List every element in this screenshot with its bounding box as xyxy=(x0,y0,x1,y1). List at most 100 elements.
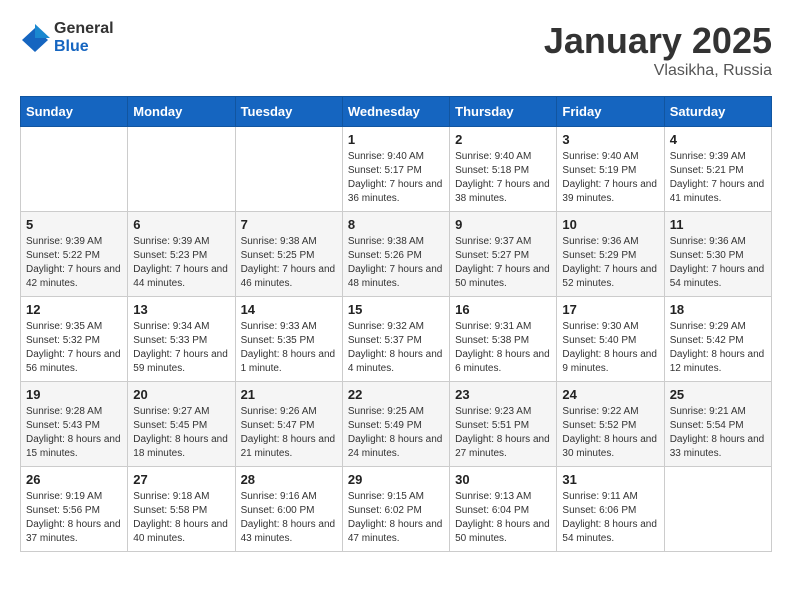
day-number: 27 xyxy=(133,472,229,487)
day-info: Sunrise: 9:38 AM Sunset: 5:25 PM Dayligh… xyxy=(241,235,337,291)
day-info: Sunrise: 9:40 AM Sunset: 5:18 PM Dayligh… xyxy=(455,150,551,206)
calendar-cell: 4 Sunrise: 9:39 AM Sunset: 5:21 PM Daylig… xyxy=(664,127,771,212)
calendar-cell xyxy=(235,127,342,212)
calendar-cell: 5 Sunrise: 9:39 AM Sunset: 5:22 PM Daylig… xyxy=(21,212,128,297)
calendar-cell: 17 Sunrise: 9:30 AM Sunset: 5:40 PM Dayli… xyxy=(557,297,664,382)
calendar-week-1: 5 Sunrise: 9:39 AM Sunset: 5:22 PM Daylig… xyxy=(21,212,772,297)
page: General Blue January 2025 Vlasikha, Russ… xyxy=(0,0,792,562)
day-number: 26 xyxy=(26,472,122,487)
calendar-cell: 24Sunrise: 9:22 AM Sunset: 5:52 PM Dayli… xyxy=(557,382,664,467)
day-info: Sunrise: 9:34 AM Sunset: 5:33 PM Dayligh… xyxy=(133,320,229,376)
calendar-cell: 15 Sunrise: 9:32 AM Sunset: 5:37 PM Dayli… xyxy=(342,297,449,382)
day-info: Sunrise: 9:36 AM Sunset: 5:30 PM Dayligh… xyxy=(670,235,766,291)
header-tuesday: Tuesday xyxy=(235,97,342,127)
day-number: 1 xyxy=(348,132,444,147)
day-number: 25 xyxy=(670,387,766,402)
calendar-week-2: 12Sunrise: 9:35 AM Sunset: 5:32 PM Dayli… xyxy=(21,297,772,382)
calendar-week-0: 1 Sunrise: 9:40 AM Sunset: 5:17 PM Daylig… xyxy=(21,127,772,212)
day-info: Sunrise: 9:36 AM Sunset: 5:29 PM Dayligh… xyxy=(562,235,658,291)
calendar-cell: 16Sunrise: 9:31 AM Sunset: 5:38 PM Dayli… xyxy=(450,297,557,382)
calendar-cell: 19 Sunrise: 9:28 AM Sunset: 5:43 PM Dayli… xyxy=(21,382,128,467)
day-number: 30 xyxy=(455,472,551,487)
day-number: 23 xyxy=(455,387,551,402)
calendar-cell: 10Sunrise: 9:36 AM Sunset: 5:29 PM Dayli… xyxy=(557,212,664,297)
day-number: 4 xyxy=(670,132,766,147)
day-info: Sunrise: 9:28 AM Sunset: 5:43 PM Dayligh… xyxy=(26,405,122,461)
day-info: Sunrise: 9:11 AM Sunset: 6:06 PM Dayligh… xyxy=(562,490,658,546)
day-info: Sunrise: 9:19 AM Sunset: 5:56 PM Dayligh… xyxy=(26,490,122,546)
logo-blue: Blue xyxy=(54,38,89,55)
day-info: Sunrise: 9:38 AM Sunset: 5:26 PM Dayligh… xyxy=(348,235,444,291)
day-info: Sunrise: 9:22 AM Sunset: 5:52 PM Dayligh… xyxy=(562,405,658,461)
day-number: 19 xyxy=(26,387,122,402)
calendar-cell: 13 Sunrise: 9:34 AM Sunset: 5:33 PM Dayli… xyxy=(128,297,235,382)
calendar-cell: 30 Sunrise: 9:13 AM Sunset: 6:04 PM Dayli… xyxy=(450,467,557,552)
day-info: Sunrise: 9:23 AM Sunset: 5:51 PM Dayligh… xyxy=(455,405,551,461)
day-number: 18 xyxy=(670,302,766,317)
day-number: 9 xyxy=(455,217,551,232)
day-number: 7 xyxy=(241,217,337,232)
calendar-cell xyxy=(128,127,235,212)
header-friday: Friday xyxy=(557,97,664,127)
calendar-cell: 29Sunrise: 9:15 AM Sunset: 6:02 PM Dayli… xyxy=(342,467,449,552)
day-number: 3 xyxy=(562,132,658,147)
calendar-cell: 12Sunrise: 9:35 AM Sunset: 5:32 PM Dayli… xyxy=(21,297,128,382)
day-number: 5 xyxy=(26,217,122,232)
calendar-cell: 7 Sunrise: 9:38 AM Sunset: 5:25 PM Daylig… xyxy=(235,212,342,297)
day-info: Sunrise: 9:32 AM Sunset: 5:37 PM Dayligh… xyxy=(348,320,444,376)
calendar-cell xyxy=(664,467,771,552)
calendar-cell: 21 Sunrise: 9:26 AM Sunset: 5:47 PM Dayli… xyxy=(235,382,342,467)
logo-general: General xyxy=(54,20,114,37)
calendar-cell: 3Sunrise: 9:40 AM Sunset: 5:19 PM Daylig… xyxy=(557,127,664,212)
day-number: 12 xyxy=(26,302,122,317)
day-info: Sunrise: 9:39 AM Sunset: 5:22 PM Dayligh… xyxy=(26,235,122,291)
location: Vlasikha, Russia xyxy=(544,62,772,80)
day-number: 6 xyxy=(133,217,229,232)
day-info: Sunrise: 9:39 AM Sunset: 5:21 PM Dayligh… xyxy=(670,150,766,206)
day-number: 29 xyxy=(348,472,444,487)
day-info: Sunrise: 9:13 AM Sunset: 6:04 PM Dayligh… xyxy=(455,490,551,546)
calendar-header-row: Sunday Monday Tuesday Wednesday Thursday… xyxy=(21,97,772,127)
calendar-cell: 23 Sunrise: 9:23 AM Sunset: 5:51 PM Dayli… xyxy=(450,382,557,467)
calendar-cell: 8 Sunrise: 9:38 AM Sunset: 5:26 PM Daylig… xyxy=(342,212,449,297)
day-number: 13 xyxy=(133,302,229,317)
calendar-week-4: 26 Sunrise: 9:19 AM Sunset: 5:56 PM Dayli… xyxy=(21,467,772,552)
title-section: January 2025 Vlasikha, Russia xyxy=(544,20,772,80)
day-number: 28 xyxy=(241,472,337,487)
header-saturday: Saturday xyxy=(664,97,771,127)
day-number: 20 xyxy=(133,387,229,402)
calendar-cell: 25Sunrise: 9:21 AM Sunset: 5:54 PM Dayli… xyxy=(664,382,771,467)
day-info: Sunrise: 9:26 AM Sunset: 5:47 PM Dayligh… xyxy=(241,405,337,461)
logo: General Blue xyxy=(20,20,114,56)
calendar-cell: 27 Sunrise: 9:18 AM Sunset: 5:58 PM Dayli… xyxy=(128,467,235,552)
day-info: Sunrise: 9:40 AM Sunset: 5:17 PM Dayligh… xyxy=(348,150,444,206)
calendar-cell: 28Sunrise: 9:16 AM Sunset: 6:00 PM Dayli… xyxy=(235,467,342,552)
header: General Blue January 2025 Vlasikha, Russ… xyxy=(20,20,772,80)
calendar-cell: 26 Sunrise: 9:19 AM Sunset: 5:56 PM Dayli… xyxy=(21,467,128,552)
calendar-cell xyxy=(21,127,128,212)
calendar-cell: 31Sunrise: 9:11 AM Sunset: 6:06 PM Dayli… xyxy=(557,467,664,552)
calendar-cell: 1 Sunrise: 9:40 AM Sunset: 5:17 PM Daylig… xyxy=(342,127,449,212)
calendar-cell: 2 Sunrise: 9:40 AM Sunset: 5:18 PM Daylig… xyxy=(450,127,557,212)
day-number: 17 xyxy=(562,302,658,317)
calendar-cell: 11 Sunrise: 9:36 AM Sunset: 5:30 PM Dayli… xyxy=(664,212,771,297)
day-number: 22 xyxy=(348,387,444,402)
day-number: 2 xyxy=(455,132,551,147)
day-info: Sunrise: 9:25 AM Sunset: 5:49 PM Dayligh… xyxy=(348,405,444,461)
day-info: Sunrise: 9:31 AM Sunset: 5:38 PM Dayligh… xyxy=(455,320,551,376)
header-sunday: Sunday xyxy=(21,97,128,127)
day-number: 21 xyxy=(241,387,337,402)
day-number: 11 xyxy=(670,217,766,232)
calendar-cell: 18Sunrise: 9:29 AM Sunset: 5:42 PM Dayli… xyxy=(664,297,771,382)
calendar-cell: 9 Sunrise: 9:37 AM Sunset: 5:27 PM Daylig… xyxy=(450,212,557,297)
day-number: 14 xyxy=(241,302,337,317)
day-number: 8 xyxy=(348,217,444,232)
day-info: Sunrise: 9:18 AM Sunset: 5:58 PM Dayligh… xyxy=(133,490,229,546)
day-number: 15 xyxy=(348,302,444,317)
day-info: Sunrise: 9:37 AM Sunset: 5:27 PM Dayligh… xyxy=(455,235,551,291)
calendar: Sunday Monday Tuesday Wednesday Thursday… xyxy=(20,96,772,552)
month-title: January 2025 xyxy=(544,20,772,62)
calendar-cell: 6Sunrise: 9:39 AM Sunset: 5:23 PM Daylig… xyxy=(128,212,235,297)
calendar-week-3: 19 Sunrise: 9:28 AM Sunset: 5:43 PM Dayli… xyxy=(21,382,772,467)
day-info: Sunrise: 9:30 AM Sunset: 5:40 PM Dayligh… xyxy=(562,320,658,376)
